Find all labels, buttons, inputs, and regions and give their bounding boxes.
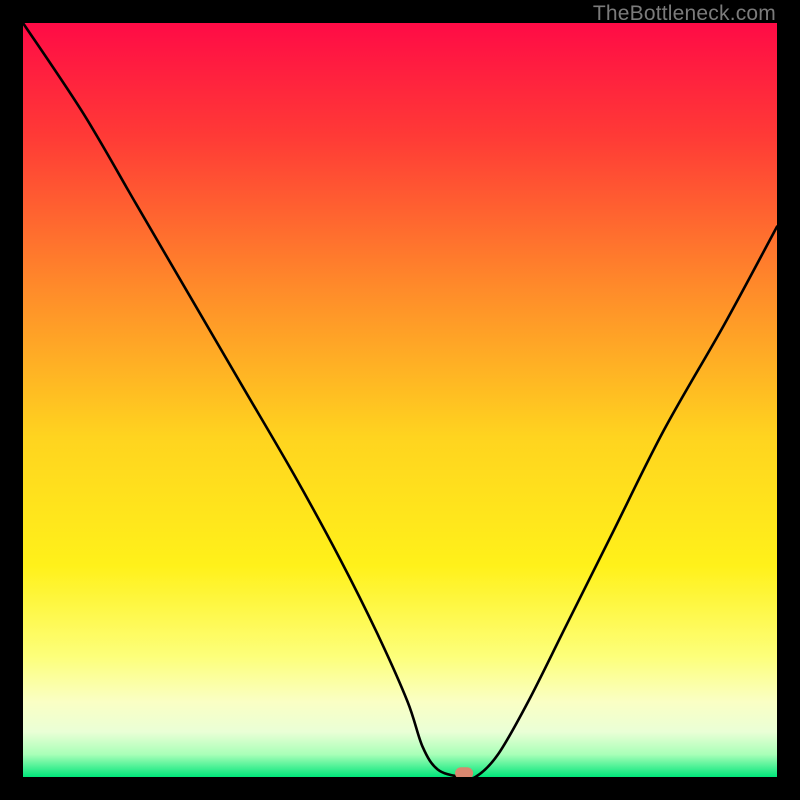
watermark-text: TheBottleneck.com xyxy=(593,2,776,26)
markers-group xyxy=(455,767,473,777)
gradient-background xyxy=(23,23,777,777)
chart-frame: TheBottleneck.com xyxy=(0,0,800,800)
plot-area xyxy=(23,23,777,777)
optimum-marker xyxy=(455,767,473,777)
chart-svg xyxy=(23,23,777,777)
